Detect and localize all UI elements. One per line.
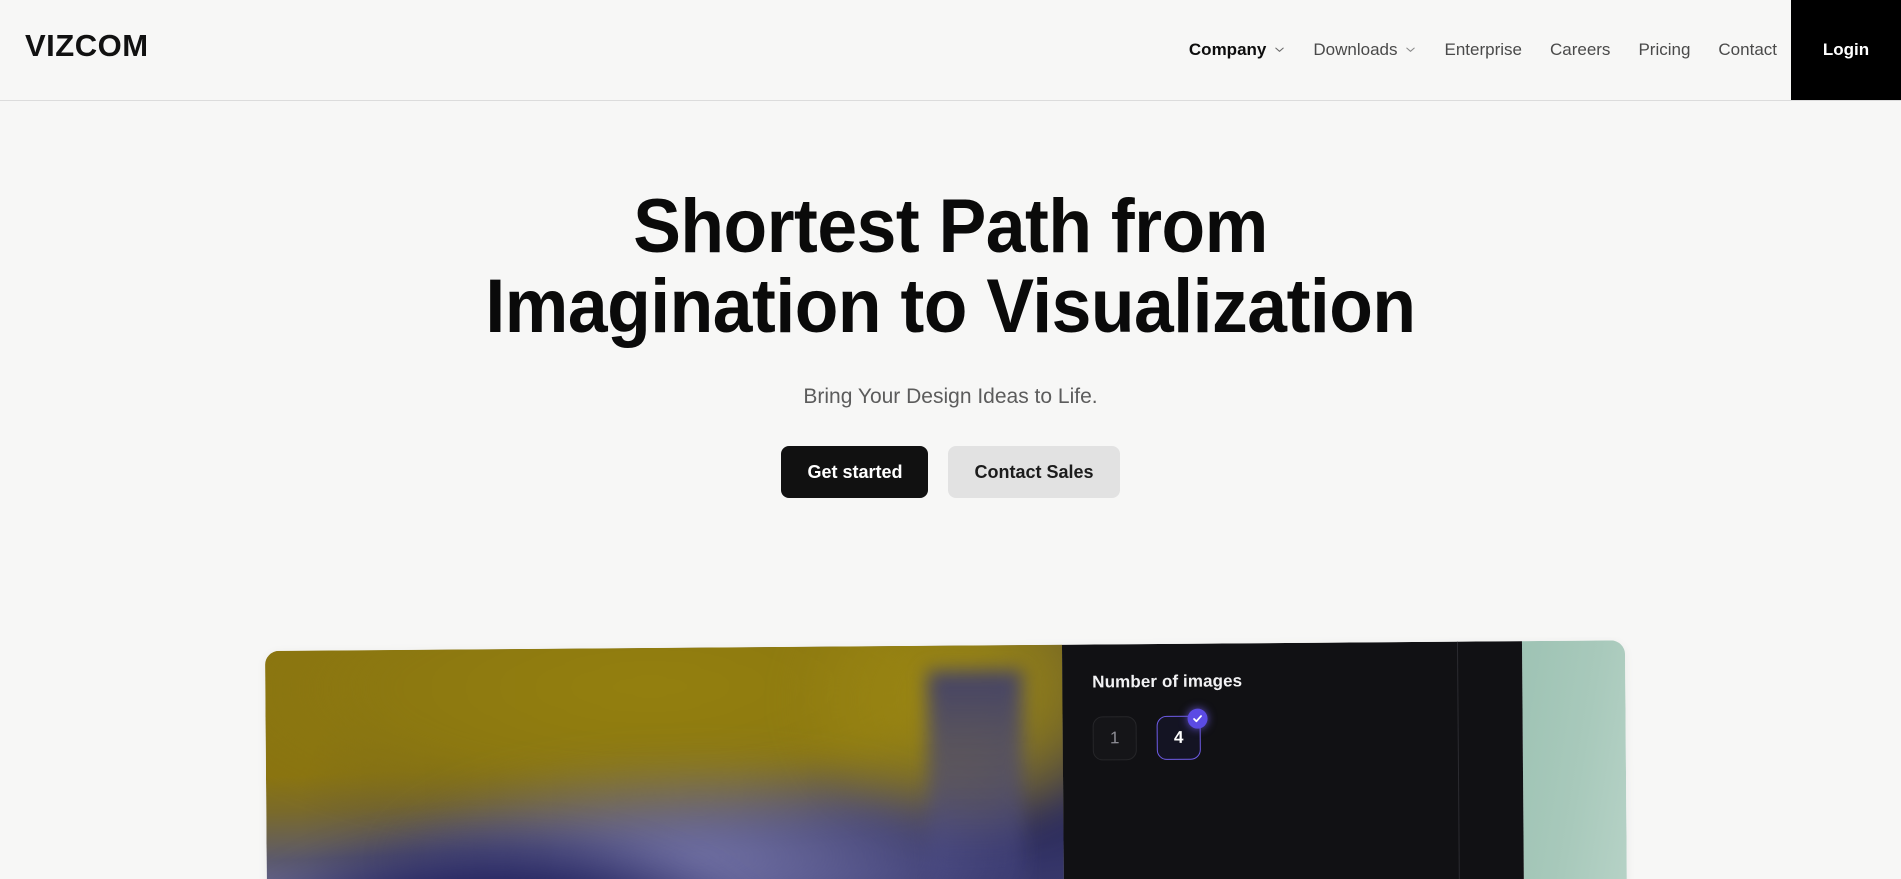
nav-item-downloads[interactable]: Downloads: [1299, 0, 1430, 100]
hero-subtitle: Bring Your Design Ideas to Life.: [803, 385, 1098, 408]
nav-item-company[interactable]: Company: [1175, 0, 1299, 100]
product-screenshot-card: Number of images 1 4: [265, 640, 1629, 879]
contact-sales-button[interactable]: Contact Sales: [948, 446, 1120, 498]
image-count-option-label: 4: [1173, 727, 1184, 747]
cta-button-group: Get started Contact Sales: [0, 446, 1901, 498]
nav-item-contact[interactable]: Contact: [1704, 0, 1791, 100]
render-canvas-preview: [265, 644, 1066, 879]
brand-logo[interactable]: VIZCOM: [25, 27, 149, 65]
nav-item-label: Contact: [1718, 40, 1777, 59]
page-title-line-1: Shortest Path from: [633, 184, 1268, 269]
nav-item-pricing[interactable]: Pricing: [1624, 0, 1704, 100]
nav-item-label: Company: [1188, 40, 1267, 59]
screenshot-right-edge: [1521, 640, 1629, 879]
number-of-images-options: 1 4: [1092, 708, 1208, 761]
main-navigation: Company Downloads Enterprise Careers Pri…: [1175, 0, 1791, 100]
settings-panel: Number of images 1 4: [1061, 641, 1526, 879]
page-title: Shortest Path from Imagination to Visual…: [57, 101, 1844, 347]
image-count-option-1[interactable]: 1: [1092, 716, 1137, 761]
get-started-button[interactable]: Get started: [781, 446, 929, 498]
image-count-option-4[interactable]: 4: [1156, 708, 1208, 760]
nav-item-label: Careers: [1549, 40, 1611, 59]
site-header: VIZCOM Company Downloads Enterprise Care…: [0, 0, 1901, 101]
page-title-line-2: Imagination to Visualization: [485, 264, 1416, 349]
nav-item-label: Enterprise: [1444, 40, 1522, 59]
chevron-down-icon: [1405, 44, 1416, 55]
canvas-gradient-spike: [926, 670, 1025, 879]
nav-item-careers[interactable]: Careers: [1536, 0, 1624, 100]
hero-section: Shortest Path from Imagination to Visual…: [0, 101, 1901, 498]
nav-item-label: Downloads: [1313, 40, 1398, 59]
canvas-gradient-navy: [265, 805, 907, 879]
login-button[interactable]: Login: [1791, 0, 1901, 100]
image-count-option-label: 1: [1109, 728, 1120, 748]
number-of-images-label: Number of images: [1092, 671, 1243, 692]
product-screenshot-region: Number of images 1 4: [0, 637, 1901, 879]
check-icon: [1187, 708, 1208, 729]
panel-divider: [1456, 641, 1462, 879]
nav-item-label: Pricing: [1638, 40, 1691, 59]
chevron-down-icon: [1274, 44, 1285, 55]
nav-item-enterprise[interactable]: Enterprise: [1430, 0, 1535, 100]
landing-page: VIZCOM Company Downloads Enterprise Care…: [0, 0, 1901, 879]
